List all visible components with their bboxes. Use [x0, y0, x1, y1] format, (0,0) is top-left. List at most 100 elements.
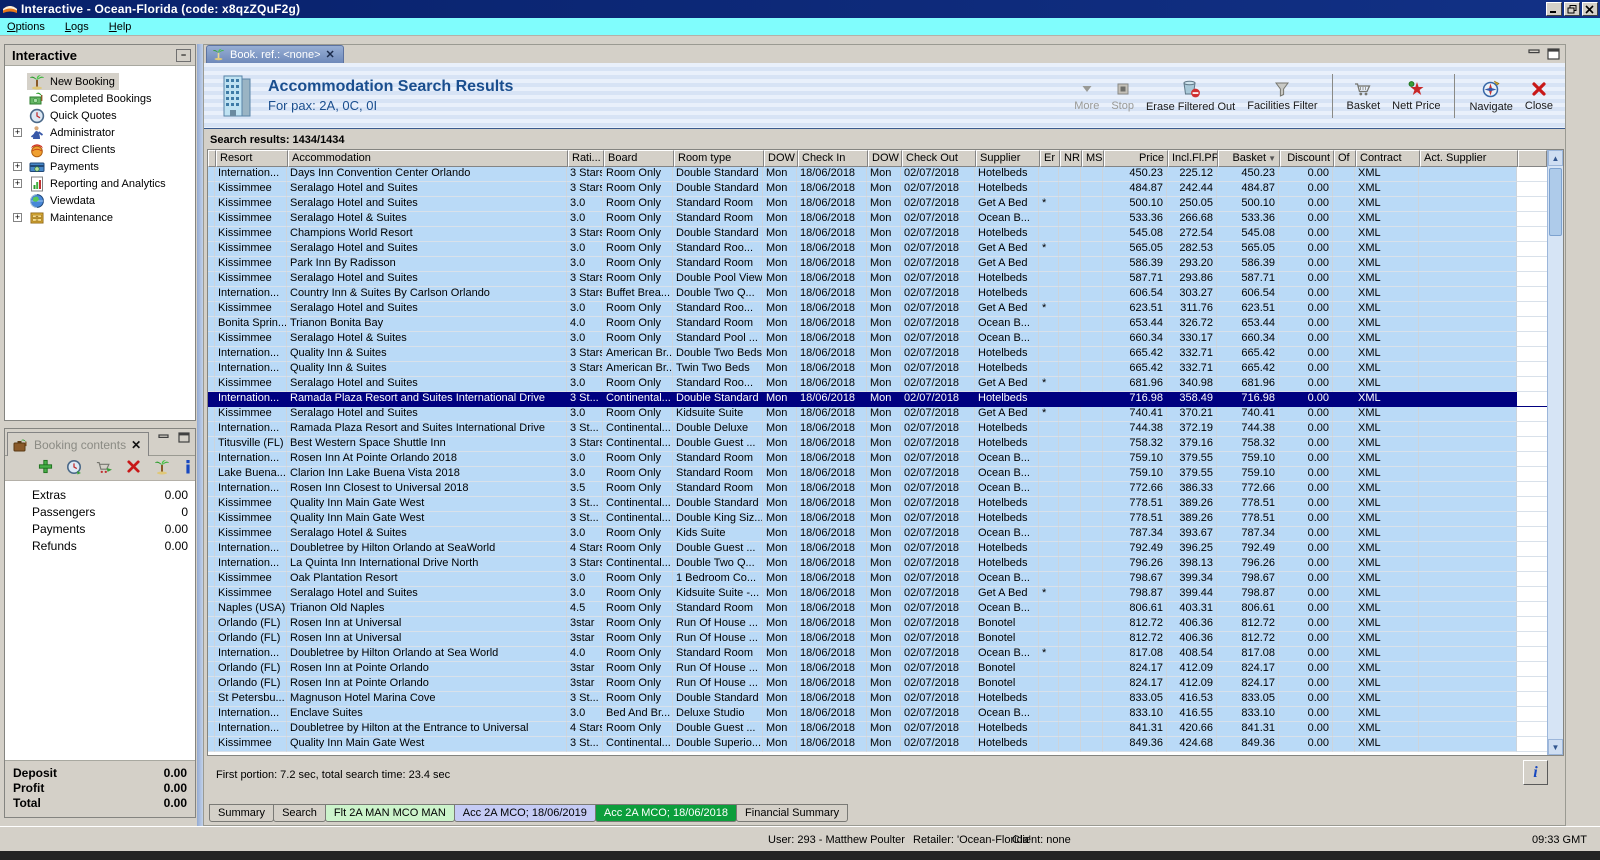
column-header-nr[interactable]: NR — [1060, 150, 1082, 167]
palm-tree-button[interactable] — [154, 459, 170, 478]
grid-vertical-scrollbar[interactable]: ▲ ▼ — [1547, 150, 1563, 755]
table-row[interactable]: Internation...Enclave Suites3.0Bed And B… — [208, 707, 1547, 722]
table-row[interactable]: KissimmeeQuality Inn Main Gate West3 St.… — [208, 497, 1547, 512]
bottom-tab-financial-summary[interactable]: Financial Summary — [736, 804, 848, 822]
column-header-er[interactable]: Er — [1040, 150, 1060, 167]
table-row[interactable]: Internation...Doubletree by Hilton Orlan… — [208, 542, 1547, 557]
add-button[interactable] — [38, 459, 53, 477]
scrollbar-thumb[interactable] — [1549, 168, 1562, 236]
table-row[interactable]: Internation...Quality Inn & Suites3 Star… — [208, 362, 1547, 377]
menu-item-logs[interactable]: Logs — [65, 21, 89, 33]
bottom-tab-acc-2a-mco-18-06-2018[interactable]: Acc 2A MCO; 18/06/2018 — [595, 804, 737, 822]
table-row[interactable]: Titusville (FL)Best Western Space Shuttl… — [208, 437, 1547, 452]
close-button[interactable]: Close — [1525, 80, 1553, 112]
table-row[interactable]: KissimmeeSeralago Hotel and Suites3 Star… — [208, 272, 1547, 287]
table-row[interactable]: Internation...Quality Inn & Suites3 Star… — [208, 347, 1547, 362]
bottom-tab-summary[interactable]: Summary — [209, 804, 274, 822]
table-row[interactable]: KissimmeeSeralago Hotel and Suites3.0Roo… — [208, 407, 1547, 422]
expand-plus-icon[interactable]: + — [13, 128, 22, 137]
erase-filtered-out-button[interactable]: Erase Filtered Out — [1146, 79, 1235, 113]
bottom-tab-acc-2a-mco-18-06-2019[interactable]: Acc 2A MCO; 18/06/2019 — [454, 804, 596, 822]
column-header-supplier[interactable]: Supplier — [976, 150, 1040, 167]
column-header-room-type[interactable]: Room type — [674, 150, 764, 167]
table-row[interactable]: KissimmeeChampions World Resort3 StarsRo… — [208, 227, 1547, 242]
facilities-filter-button[interactable]: Facilities Filter — [1247, 80, 1317, 112]
column-header-ms[interactable]: MS — [1082, 150, 1104, 167]
table-row[interactable]: Internation...Ramada Plaza Resort and Su… — [208, 392, 1547, 407]
table-row[interactable]: St Petersbu...Magnuson Hotel Marina Cove… — [208, 692, 1547, 707]
column-header-of[interactable]: Of — [1334, 150, 1356, 167]
info-button[interactable]: i — [1523, 760, 1548, 785]
table-row[interactable]: KissimmeeQuality Inn Main Gate West3 St.… — [208, 512, 1547, 527]
column-header-basket[interactable]: Basket▼ — [1218, 150, 1280, 167]
sidebar-item-administrator[interactable]: +Administrator — [5, 124, 195, 141]
column-header-rating[interactable]: Rati... — [568, 150, 604, 167]
table-row[interactable]: KissimmeeSeralago Hotel and Suites3.0Roo… — [208, 587, 1547, 602]
column-header-accommodation[interactable]: Accommodation — [288, 150, 568, 167]
main-minimize-button[interactable] — [1528, 48, 1541, 63]
table-row[interactable]: Orlando (FL)Rosen Inn at Pointe Orlando3… — [208, 662, 1547, 677]
table-row[interactable]: Internation...Country Inn & Suites By Ca… — [208, 287, 1547, 302]
table-row[interactable]: KissimmeeSeralago Hotel & Suites3.0Room … — [208, 527, 1547, 542]
booking-ref-tab[interactable]: Book. ref.: <none> ✕ — [206, 45, 344, 63]
menu-item-help[interactable]: Help — [109, 21, 132, 33]
table-row[interactable]: Orlando (FL)Rosen Inn at Universal3starR… — [208, 617, 1547, 632]
table-row[interactable]: Orlando (FL)Rosen Inn at Pointe Orlando3… — [208, 677, 1547, 692]
scroll-up-icon[interactable]: ▲ — [1548, 150, 1563, 166]
sidebar-item-direct-clients[interactable]: Direct Clients — [5, 141, 195, 158]
main-maximize-button[interactable] — [1547, 48, 1560, 63]
table-row[interactable]: Orlando (FL)Rosen Inn at Universal3starR… — [208, 632, 1547, 647]
info-button[interactable] — [183, 459, 193, 477]
sidebar-item-payments[interactable]: +Payments — [5, 158, 195, 175]
basket-button[interactable]: Basket — [1347, 80, 1381, 112]
minimize-button[interactable] — [1546, 2, 1562, 16]
table-row[interactable]: Internation...Rosen Inn Closest to Unive… — [208, 482, 1547, 497]
scroll-down-icon[interactable]: ▼ — [1548, 739, 1563, 755]
column-header-dow-in[interactable]: DOW — [764, 150, 798, 167]
restore-button[interactable] — [1564, 2, 1580, 16]
booking-contents-tab[interactable]: Booking contents ✕ — [7, 432, 149, 456]
table-row[interactable]: Internation...La Quinta Inn Internationa… — [208, 557, 1547, 572]
booking-contents-row-passengers[interactable]: Passengers0 — [5, 503, 195, 520]
booking-contents-row-payments[interactable]: Payments0.00 — [5, 520, 195, 537]
navigate-button[interactable]: Navigate — [1469, 79, 1512, 113]
table-row[interactable]: Bonita Sprin...Trianon Bonita Bay4.0Room… — [208, 317, 1547, 332]
table-row[interactable]: Naples (USA)Trianon Old Naples4.5Room On… — [208, 602, 1547, 617]
column-header-contract[interactable]: Contract — [1356, 150, 1420, 167]
menu-item-options[interactable]: Options — [7, 21, 45, 33]
table-row[interactable]: KissimmeeSeralago Hotel and Suites3.0Roo… — [208, 242, 1547, 257]
table-row[interactable]: Internation...Ramada Plaza Resort and Su… — [208, 422, 1547, 437]
booking-contents-row-extras[interactable]: Extras0.00 — [5, 486, 195, 503]
column-header-incl-fl-pp[interactable]: Incl.Fl.PP — [1168, 150, 1218, 167]
table-row[interactable]: KissimmeeSeralago Hotel & Suites3.0Room … — [208, 212, 1547, 227]
basket-add-button[interactable] — [95, 459, 113, 478]
column-header-act-supplier[interactable]: Act. Supplier — [1420, 150, 1518, 167]
bottom-tab-flt-2a-man-mco-man[interactable]: Flt 2A MAN MCO MAN — [325, 804, 455, 822]
booking-contents-close-icon[interactable]: ✕ — [131, 438, 141, 452]
nett-price-button[interactable]: Nett Price — [1392, 80, 1440, 112]
table-row[interactable]: KissimmeeOak Plantation Resort3.0Room On… — [208, 572, 1547, 587]
bottom-tab-search[interactable]: Search — [273, 804, 326, 822]
table-row[interactable]: KissimmeeSeralago Hotel and Suites3.0Roo… — [208, 197, 1547, 212]
table-row[interactable]: KissimmeeSeralago Hotel and Suites3.0Roo… — [208, 302, 1547, 317]
column-header-check-in[interactable]: Check In — [798, 150, 868, 167]
table-row[interactable]: Lake Buena...Clarion Inn Lake Buena Vist… — [208, 467, 1547, 482]
column-header-discount[interactable]: Discount — [1280, 150, 1334, 167]
column-header-board[interactable]: Board — [604, 150, 674, 167]
column-header-dow-out[interactable]: DOW — [868, 150, 902, 167]
table-row[interactable]: KissimmeeSeralago Hotel & Suites3.0Room … — [208, 332, 1547, 347]
expand-plus-icon[interactable]: + — [13, 162, 22, 171]
sidebar-item-maintenance[interactable]: +Maintenance — [5, 209, 195, 226]
close-window-button[interactable] — [1582, 2, 1598, 16]
table-row[interactable]: KissimmeeSeralago Hotel and Suites3.0Roo… — [208, 377, 1547, 392]
sidebar-item-quick-quotes[interactable]: Quick Quotes — [5, 107, 195, 124]
booking-ref-tab-close-icon[interactable]: ✕ — [326, 48, 335, 61]
table-row[interactable]: Internation...Rosen Inn At Pointe Orland… — [208, 452, 1547, 467]
table-row[interactable]: KissimmeePark Inn By Radisson3.0Room Onl… — [208, 257, 1547, 272]
table-row[interactable]: KissimmeeQuality Inn Main Gate West3 St.… — [208, 737, 1547, 752]
column-header-price[interactable]: Price — [1104, 150, 1168, 167]
booking-contents-maximize-button[interactable] — [176, 431, 192, 444]
table-row[interactable]: KissimmeeSeralago Hotel and Suites3 Star… — [208, 182, 1547, 197]
sidebar-item-completed-bookings[interactable]: Completed Bookings — [5, 90, 195, 107]
column-header-resort[interactable]: Resort — [216, 150, 288, 167]
